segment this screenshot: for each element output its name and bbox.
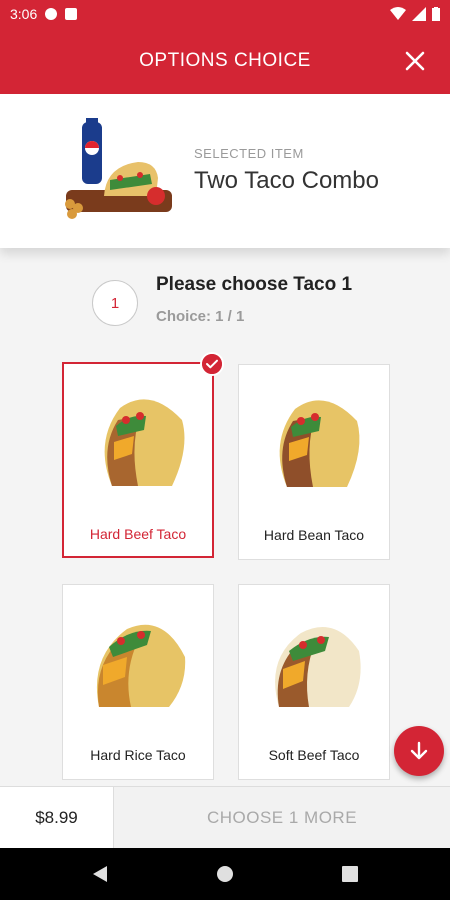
combo-image	[65, 118, 172, 219]
sim-card-icon	[65, 8, 78, 20]
hard-rice-taco-image	[96, 624, 186, 707]
selected-item-card: SELECTED ITEM Two Taco Combo	[0, 94, 450, 248]
wifi-icon	[390, 7, 406, 20]
soft-beef-taco-image	[275, 627, 361, 707]
option-label: Soft Beef Taco	[268, 747, 360, 763]
signal-icon	[412, 7, 426, 21]
option-soft-beef-taco[interactable]: Soft Beef Taco	[238, 584, 390, 780]
choose-more-button[interactable]: CHOOSE 1 MORE	[114, 787, 450, 848]
selected-item-name: Two Taco Combo	[194, 167, 379, 194]
back-icon[interactable]	[92, 865, 108, 883]
hard-beef-taco-image	[104, 399, 185, 486]
system-nav-bar	[0, 848, 450, 900]
check-icon	[200, 352, 224, 376]
option-hard-bean-taco[interactable]: Hard Bean Taco	[238, 364, 390, 560]
recents-icon[interactable]	[342, 866, 358, 882]
choice-title: Please choose Taco 1	[156, 274, 353, 295]
hard-bean-taco-image	[279, 400, 360, 487]
status-bar: 3:06	[0, 0, 450, 28]
selected-item-label: SELECTED ITEM	[194, 146, 304, 161]
arrow-down-icon	[410, 741, 428, 760]
page-title: OPTIONS CHOICE	[139, 50, 311, 71]
battery-icon	[432, 7, 440, 21]
scroll-down-button[interactable]	[394, 726, 444, 776]
price-total: $8.99	[0, 787, 114, 848]
home-icon[interactable]	[216, 865, 234, 883]
choice-counter: Choice: 1 / 1	[156, 308, 245, 325]
status-time: 3:06	[10, 6, 38, 22]
close-icon[interactable]	[402, 48, 428, 74]
bottom-bar: $8.99 CHOOSE 1 MORE	[0, 786, 450, 848]
option-label: Hard Bean Taco	[263, 527, 365, 543]
option-label: Hard Rice Taco	[90, 747, 186, 763]
app-bar: OPTIONS CHOICE	[0, 28, 450, 94]
option-hard-rice-taco[interactable]: Hard Rice Taco	[62, 584, 214, 780]
choice-number-badge: 1	[92, 280, 138, 326]
option-label: Hard Beef Taco	[89, 526, 187, 542]
option-hard-beef-taco[interactable]: Hard Beef Taco	[62, 352, 224, 558]
notification-icon	[45, 8, 58, 20]
choice-header: 1 Please choose Taco 1 Choice: 1 / 1	[92, 272, 392, 332]
